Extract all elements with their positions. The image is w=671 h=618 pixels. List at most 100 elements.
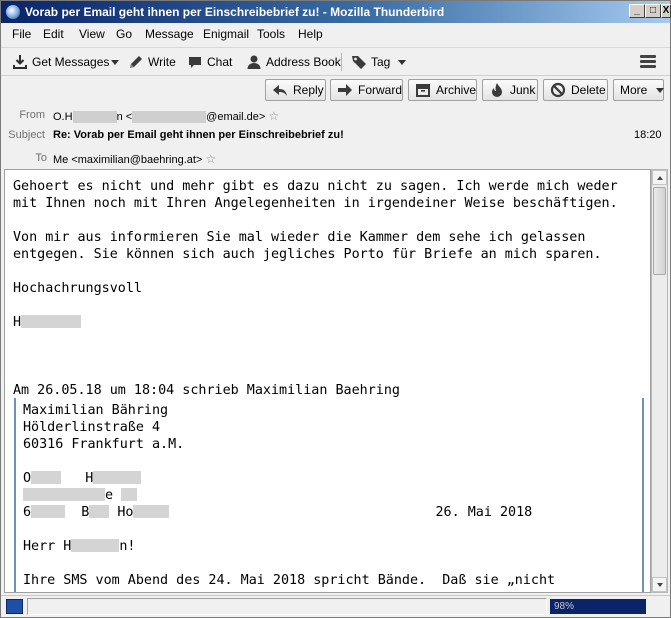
menu-file[interactable]: File — [12, 27, 31, 41]
close-button[interactable]: X — [661, 4, 671, 18]
redacted-block — [89, 505, 110, 518]
from-email-end: @email.de> — [206, 111, 266, 123]
salutation-end: n! — [119, 539, 136, 554]
menu-edit[interactable]: Edit — [43, 27, 64, 41]
forward-label: Forward — [358, 83, 403, 97]
menu-help[interactable]: Help — [298, 27, 323, 41]
tag-button[interactable]: Tag — [351, 52, 407, 72]
chevron-down-icon — [111, 59, 119, 65]
get-messages-button[interactable]: Get Messages — [12, 52, 109, 72]
to-label: To — [35, 152, 47, 164]
recipient-line: 6 — [23, 505, 32, 520]
redacted-block — [31, 505, 66, 518]
menu-message[interactable]: Message — [145, 27, 194, 41]
star-icon[interactable]: ☆ — [268, 109, 279, 123]
archive-label: Archive — [436, 83, 477, 97]
redacted-block — [31, 471, 62, 484]
get-messages-dropdown[interactable] — [107, 52, 119, 72]
minimize-button[interactable]: _ — [629, 4, 645, 18]
window-title: Vorab per Email geht ihnen per Einschrei… — [25, 5, 445, 19]
quoted-paragraph: Ihre SMS vom Abend des 24. Mai 2018 spri… — [23, 573, 556, 588]
chevron-down-icon — [398, 59, 407, 65]
from-name-end: n < — [116, 111, 133, 123]
message-time: 18:20 — [634, 129, 662, 141]
prohibit-icon — [550, 82, 566, 98]
write-button[interactable]: Write — [128, 52, 176, 72]
menu-enigmail[interactable]: Enigmail — [203, 27, 249, 41]
status-bar: 98% — [1, 595, 670, 617]
menu-go[interactable]: Go — [116, 27, 132, 41]
forward-button[interactable]: Forward — [330, 79, 403, 101]
title-bar: Vorab per Email geht ihnen per Einschrei… — [1, 1, 671, 23]
delete-button[interactable]: Delete — [543, 79, 608, 101]
tag-icon — [351, 54, 367, 70]
subject-value: Re: Vorab per Email geht ihnen per Einsc… — [53, 129, 344, 141]
chat-button[interactable]: Chat — [187, 52, 232, 72]
delete-label: Delete — [571, 83, 606, 97]
forward-arrow-icon — [337, 82, 353, 98]
menu-view[interactable]: View — [79, 27, 105, 41]
chat-label: Chat — [207, 55, 233, 69]
message-body[interactable]: Gehoert es nicht und mehr gibt es dazu n… — [4, 169, 651, 593]
pencil-icon — [128, 54, 144, 70]
vertical-scrollbar[interactable] — [651, 169, 668, 593]
scroll-up-button[interactable] — [652, 170, 667, 185]
redacted-block — [133, 505, 170, 518]
menu-tools[interactable]: Tools — [257, 27, 285, 41]
message-header: Reply Forward Archive Junk Delete More F… — [1, 75, 670, 169]
reply-button[interactable]: Reply — [265, 79, 326, 101]
junk-button[interactable]: Junk — [482, 79, 538, 101]
status-text-field — [27, 598, 547, 615]
body-line: Gehoert es nicht und mehr gibt es dazu n… — [13, 179, 618, 194]
signature: H — [13, 315, 22, 330]
body-line: Von mir aus informieren Sie mal wieder d… — [13, 230, 586, 245]
progress-bar: 98% — [550, 599, 646, 614]
from-name-start: O.H — [53, 111, 73, 123]
archive-button[interactable]: Archive — [408, 79, 477, 101]
toolbar-divider — [341, 53, 342, 71]
write-label: Write — [148, 55, 176, 69]
salutation: Herr H — [23, 539, 72, 554]
main-toolbar: Get Messages Write Chat Address Book Tag — [1, 47, 670, 75]
recipient-line: H — [85, 471, 94, 486]
address-book-button[interactable]: Address Book — [246, 52, 341, 72]
thunderbird-window: Vorab per Email geht ihnen per Einschrei… — [0, 0, 671, 618]
subject-label: Subject — [8, 129, 45, 141]
reply-icon — [272, 82, 288, 98]
recipient-line: O — [23, 471, 32, 486]
sender-street: Hölderlinstraße 4 — [23, 420, 161, 435]
from-value[interactable]: O.H n < @email.de> ☆ — [53, 109, 279, 124]
redacted-block — [132, 111, 207, 124]
sender-city: 60316 Frankfurt a.M. — [23, 437, 185, 452]
recipient-line: B — [81, 505, 90, 520]
body-line: mit Ihnen noch mit Ihren Angelegenheiten… — [13, 196, 618, 211]
reply-label: Reply — [293, 83, 324, 97]
redacted-block — [23, 488, 105, 501]
redacted-block — [121, 488, 138, 501]
more-button[interactable]: More — [613, 79, 665, 101]
recipient-line: e — [105, 488, 114, 503]
app-menu-button[interactable] — [640, 55, 656, 69]
redacted-block — [72, 111, 117, 124]
chevron-down-icon — [656, 87, 665, 93]
scroll-down-button[interactable] — [652, 577, 667, 592]
chat-icon — [187, 54, 203, 70]
online-status-icon[interactable] — [6, 599, 23, 614]
redacted-block — [93, 471, 142, 484]
to-value[interactable]: Me <maximilian@baehring.at> ☆ — [53, 152, 216, 166]
from-label: From — [19, 109, 45, 121]
redacted-block — [71, 539, 120, 552]
menu-bar: File Edit View Go Message Enigmail Tools… — [1, 23, 670, 45]
letter-date: 26. Mai 2018 — [435, 505, 533, 520]
tag-label: Tag — [371, 55, 391, 69]
flame-icon — [489, 82, 505, 98]
to-address: Me <maximilian@baehring.at> — [53, 154, 203, 166]
redacted-block — [21, 315, 82, 328]
get-messages-label: Get Messages — [32, 55, 110, 69]
quoted-text: Maximilian Bähring Hölderlinstraße 4 603… — [23, 402, 555, 589]
closing-greeting: Hochachrungsvoll — [13, 281, 142, 296]
maximize-button[interactable]: □ — [645, 4, 661, 18]
scroll-thumb[interactable] — [653, 187, 666, 275]
download-icon — [12, 54, 28, 70]
star-icon[interactable]: ☆ — [205, 152, 216, 166]
